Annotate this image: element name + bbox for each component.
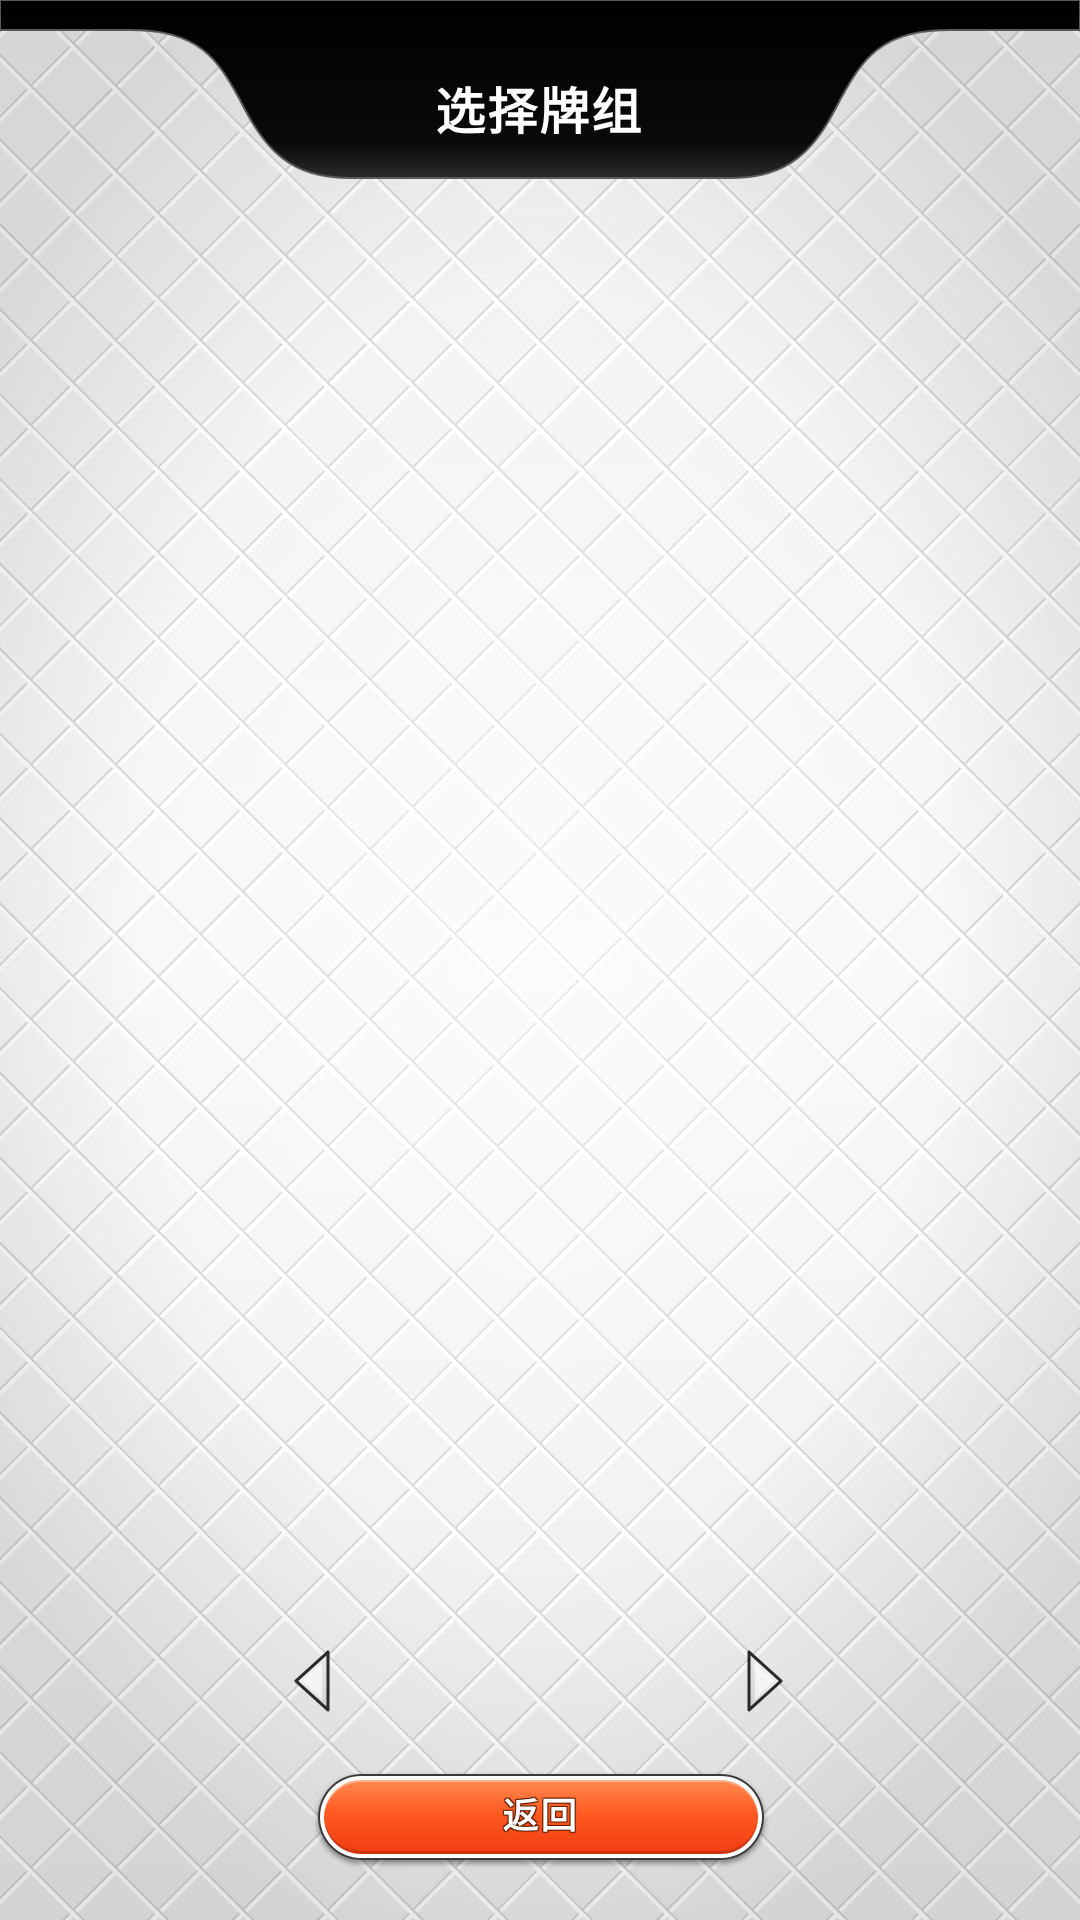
deck-select-screen: 选择牌组 返回 — [0, 0, 1080, 1920]
back-button-face: 返回 — [324, 1780, 758, 1854]
arrow-left-icon — [294, 1650, 330, 1712]
quilted-background — [0, 0, 1080, 1920]
prev-deck-button[interactable] — [292, 1650, 332, 1712]
back-button[interactable]: 返回 — [318, 1774, 764, 1860]
back-button-label: 返回 — [502, 1796, 579, 1837]
next-deck-button[interactable] — [745, 1650, 785, 1712]
arrow-right-icon — [747, 1650, 783, 1712]
page-title: 选择牌组 — [436, 83, 644, 141]
